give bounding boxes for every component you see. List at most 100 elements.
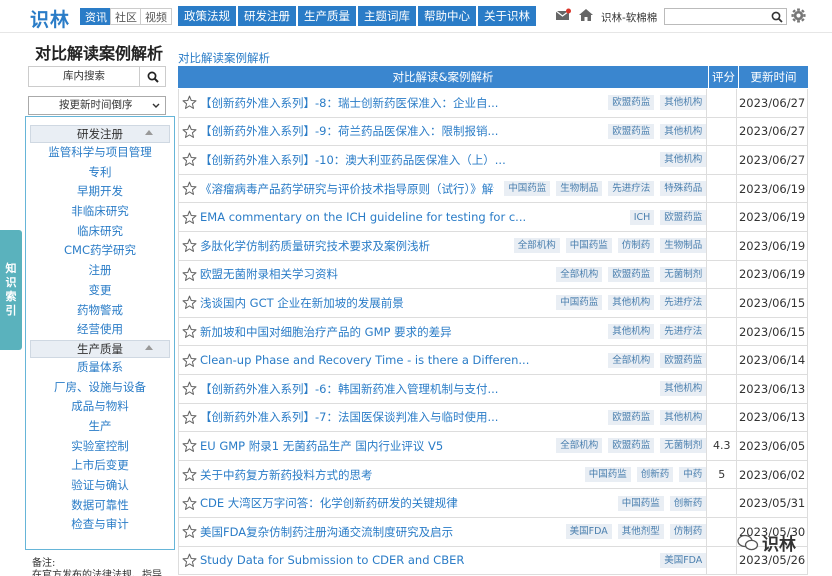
nav-quality[interactable]: 生产质量 bbox=[298, 6, 356, 26]
tag[interactable]: 全部机构 bbox=[513, 238, 560, 254]
article-title-link[interactable]: Study Data for Submission to CDER and CB… bbox=[200, 553, 650, 567]
home-icon[interactable] bbox=[577, 8, 595, 22]
tag[interactable]: 创新药 bbox=[636, 467, 674, 483]
tag[interactable]: 其他机构 bbox=[660, 123, 707, 139]
star-icon[interactable] bbox=[182, 353, 197, 368]
library-search[interactable]: 库内搜索 bbox=[28, 66, 166, 87]
tag[interactable]: 其他机构 bbox=[660, 152, 707, 168]
star-icon[interactable] bbox=[182, 152, 197, 167]
tag[interactable]: 中国药监 bbox=[565, 238, 612, 254]
channel-community[interactable]: 社区 bbox=[110, 8, 142, 25]
sidebar-item[interactable]: CMC药学研究 bbox=[26, 241, 174, 261]
sidebar-item[interactable]: 验证与确认 bbox=[26, 476, 174, 496]
tag[interactable]: 其他机构 bbox=[660, 95, 707, 111]
tag[interactable]: 仿制药 bbox=[617, 238, 655, 254]
tag[interactable]: 欧盟药监 bbox=[608, 95, 655, 111]
tag[interactable]: 先进疗法 bbox=[608, 181, 655, 197]
star-icon[interactable] bbox=[182, 324, 197, 339]
tag[interactable]: 欧盟药监 bbox=[608, 266, 655, 282]
tag[interactable]: 生物制品 bbox=[556, 181, 603, 197]
star-icon[interactable] bbox=[182, 267, 197, 282]
header-date[interactable]: 更新时间 bbox=[738, 66, 808, 88]
sidebar-item[interactable]: 数据可靠性 bbox=[26, 496, 174, 516]
sidebar-item[interactable]: 注册 bbox=[26, 261, 174, 281]
tag[interactable]: 生物制品 bbox=[660, 238, 707, 254]
article-title-link[interactable]: EMA commentary on the ICH guideline for … bbox=[200, 210, 620, 224]
global-search-input[interactable] bbox=[664, 8, 787, 25]
article-title-link[interactable]: Clean-up Phase and Recovery Time - is th… bbox=[200, 353, 598, 367]
article-title-link[interactable]: 【创新药外准入系列】-8：瑞士创新药医保准入：企业自... bbox=[200, 95, 598, 111]
star-icon[interactable] bbox=[182, 496, 197, 511]
knowledge-index-tab[interactable]: 知识索引 bbox=[0, 230, 22, 350]
tag[interactable]: 欧盟药监 bbox=[608, 409, 655, 425]
sidebar-item[interactable]: 早期开发 bbox=[26, 182, 174, 202]
tag[interactable]: 中国药监 bbox=[617, 495, 664, 511]
sort-select[interactable]: 按更新时间倒序 bbox=[28, 96, 166, 115]
tag[interactable]: 全部机构 bbox=[556, 266, 603, 282]
tag[interactable]: 先进疗法 bbox=[660, 324, 707, 340]
mail-icon[interactable] bbox=[555, 8, 571, 22]
tag[interactable]: 中国药监 bbox=[556, 295, 603, 311]
tag[interactable]: 美国FDA bbox=[660, 552, 707, 568]
sidebar-item[interactable]: 专利 bbox=[26, 163, 174, 183]
tag[interactable]: 欧盟药监 bbox=[608, 123, 655, 139]
star-icon[interactable] bbox=[182, 524, 197, 539]
username[interactable]: 识林-软棉棉 bbox=[601, 10, 657, 25]
sidebar-item[interactable]: 实验室控制 bbox=[26, 437, 174, 457]
tag[interactable]: 先进疗法 bbox=[660, 295, 707, 311]
star-icon[interactable] bbox=[182, 210, 197, 225]
tag[interactable]: 仿制药 bbox=[669, 524, 707, 540]
tag[interactable]: 其他剂型 bbox=[617, 524, 664, 540]
star-icon[interactable] bbox=[182, 553, 197, 568]
sidebar-item[interactable]: 质量体系 bbox=[26, 358, 174, 378]
tag[interactable]: 特殊药品 bbox=[660, 181, 707, 197]
tag[interactable]: 无菌制剂 bbox=[660, 266, 707, 282]
tag[interactable]: 其他机构 bbox=[660, 381, 707, 397]
tag[interactable]: 其他机构 bbox=[608, 324, 655, 340]
article-title-link[interactable]: 【创新药外准入系列】-6：韩国新药准入管理机制与支付... bbox=[200, 381, 650, 397]
article-title-link[interactable]: 关于中药复方新药投料方式的思考 bbox=[200, 467, 575, 483]
site-logo[interactable]: 识林 bbox=[30, 5, 70, 32]
tag[interactable]: 全部机构 bbox=[608, 352, 655, 368]
group-rd[interactable]: 研发注册 bbox=[30, 125, 170, 143]
article-title-link[interactable]: 《溶瘤病毒产品药学研究与评价技术指导原则（试行）》解读 bbox=[200, 181, 494, 197]
tag[interactable]: 中药 bbox=[679, 467, 707, 483]
tag[interactable]: ICH bbox=[629, 209, 655, 225]
tag[interactable]: 美国FDA bbox=[565, 524, 612, 540]
sidebar-item[interactable]: 监管科学与项目管理 bbox=[26, 143, 174, 163]
article-title-link[interactable]: EU GMP 附录1 无菌药品生产 国内行业评议 V5 bbox=[200, 438, 546, 454]
breadcrumb[interactable]: 对比解读案例解析 bbox=[178, 50, 270, 66]
star-icon[interactable] bbox=[182, 95, 197, 110]
star-icon[interactable] bbox=[182, 467, 197, 482]
gear-icon[interactable] bbox=[791, 8, 806, 23]
article-title-link[interactable]: 新加坡和中国对细胞治疗产品的 GMP 要求的差异 bbox=[200, 324, 598, 340]
star-icon[interactable] bbox=[182, 295, 197, 310]
sidebar-item[interactable]: 厂房、设施与设备 bbox=[26, 378, 174, 398]
sidebar-item[interactable]: 药物警戒 bbox=[26, 301, 174, 321]
sidebar-item[interactable]: 成品与物料 bbox=[26, 397, 174, 417]
sidebar-item[interactable]: 经营使用 bbox=[26, 320, 174, 340]
article-title-link[interactable]: CDE 大湾区万字问答：化学创新药研发的关键规律 bbox=[200, 495, 608, 511]
tag[interactable]: 欧盟药监 bbox=[660, 352, 707, 368]
tag[interactable]: 无菌制剂 bbox=[660, 438, 707, 454]
library-search-label[interactable]: 库内搜索 bbox=[29, 67, 139, 86]
article-title-link[interactable]: 【创新药外准入系列】-9：荷兰药品医保准入：限制报销... bbox=[200, 123, 598, 139]
tag[interactable]: 欧盟药监 bbox=[608, 438, 655, 454]
star-icon[interactable] bbox=[182, 238, 197, 253]
nav-about[interactable]: 关于识林 bbox=[478, 6, 536, 26]
nav-rd[interactable]: 研发注册 bbox=[238, 6, 296, 26]
sidebar-item[interactable]: 生产 bbox=[26, 417, 174, 437]
nav-thesaurus[interactable]: 主题词库 bbox=[358, 6, 416, 26]
sidebar-item[interactable]: 上市后变更 bbox=[26, 456, 174, 476]
article-title-link[interactable]: 多肽化学仿制药质量研究技术要求及案例浅析 bbox=[200, 238, 504, 254]
tag[interactable]: 欧盟药监 bbox=[660, 209, 707, 225]
star-icon[interactable] bbox=[182, 381, 197, 396]
sidebar-item[interactable]: 非临床研究 bbox=[26, 202, 174, 222]
tag[interactable]: 其他机构 bbox=[660, 409, 707, 425]
tag[interactable]: 创新药 bbox=[669, 495, 707, 511]
library-search-button[interactable] bbox=[139, 67, 165, 86]
nav-policy[interactable]: 政策法规 bbox=[178, 6, 236, 26]
article-title-link[interactable]: 【创新药外准入系列】-7：法国医保谈判准入与临时使用... bbox=[200, 409, 598, 425]
channel-news[interactable]: 资讯 bbox=[80, 8, 112, 25]
search-icon[interactable] bbox=[771, 11, 783, 23]
